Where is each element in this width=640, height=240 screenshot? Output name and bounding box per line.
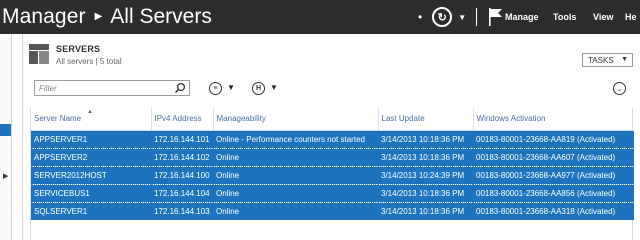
cell-server-name: SERVICEBUS1 xyxy=(31,183,151,202)
column-header-last-update[interactable]: Last Update xyxy=(378,108,474,131)
tasks-label: TASKS xyxy=(588,55,614,65)
cell-last-update: 3/14/2013 10:24:39 PM xyxy=(378,165,473,184)
table-row[interactable]: APPSERVER1 172.16.144.101 Online - Perfo… xyxy=(31,129,634,148)
chevron-down-icon: ▼ xyxy=(621,56,628,63)
app-title: Manager xyxy=(2,5,86,28)
tasks-button[interactable]: TASKS ▼ xyxy=(582,53,633,67)
cell-manageability: Online xyxy=(213,165,378,184)
sort-ascending-icon: ▲ xyxy=(87,109,93,115)
cell-last-update: 3/14/2013 10:18:36 PM xyxy=(378,183,473,202)
expand-button[interactable]: ⌄ xyxy=(613,82,626,95)
cell-windows-activation: 00183-80001-23668-AA856 (Activated) xyxy=(473,183,634,202)
column-header-ipv4[interactable]: IPv4 Address xyxy=(151,108,214,131)
flag-icon[interactable] xyxy=(487,7,505,27)
cell-windows-activation: 00183-80001-23668-AA819 (Activated) xyxy=(473,129,634,148)
servers-table: ▲ Server Name IPv4 Address Manageability … xyxy=(30,108,634,240)
menu-tools[interactable]: Tools xyxy=(553,0,576,34)
table-row[interactable]: SERVICEBUS1 172.16.144.104 Online 3/14/2… xyxy=(31,183,634,202)
section-title: SERVERS xyxy=(56,44,101,54)
table-row[interactable]: SQLSERVER1 172.16.144.103 Online 3/14/20… xyxy=(31,201,634,220)
table-row[interactable]: SERVER2012HOST 172.16.144.100 Online 3/1… xyxy=(31,165,634,184)
table-header-row: ▲ Server Name IPv4 Address Manageability … xyxy=(31,108,634,131)
column-header-manageability[interactable]: Manageability xyxy=(213,108,379,131)
cell-ipv4: 172.16.144.103 xyxy=(151,201,213,220)
cell-windows-activation: 00183-80001-23668-AA318 (Activated) xyxy=(473,201,634,220)
cell-windows-activation: 00183-80001-23668-AA977 (Activated) xyxy=(473,165,634,184)
column-header-windows-activation[interactable]: Windows Activation xyxy=(473,108,634,131)
cell-manageability: Online xyxy=(213,147,378,166)
nav-selected-item[interactable] xyxy=(0,124,11,136)
cell-manageability: Online - Performance counters not starte… xyxy=(213,129,378,148)
cell-ipv4: 172.16.144.104 xyxy=(151,183,213,202)
toolbar-divider xyxy=(476,8,478,26)
cell-manageability: Online xyxy=(213,201,378,220)
title-toolbar: • ↻ ▼ xyxy=(418,5,505,29)
servers-panel: SERVERS All servers | 5 total TASKS ▼ Fi… xyxy=(22,34,640,240)
title-bar: Manager ▶ All Servers • ↻ ▼ Manage Tools… xyxy=(0,0,640,34)
search-icon[interactable] xyxy=(174,82,186,94)
menu-view[interactable]: View xyxy=(593,0,613,34)
chevron-down-icon[interactable]: ▼ xyxy=(458,13,466,22)
column-header-server-name[interactable]: ▲ Server Name xyxy=(31,108,152,131)
cell-server-name: APPSERVER2 xyxy=(31,147,151,166)
cell-ipv4: 172.16.144.100 xyxy=(151,165,213,184)
table-row[interactable]: APPSERVER2 172.16.144.102 Online 3/14/20… xyxy=(31,147,634,166)
cell-windows-activation: 00183-80001-23668-AA607 (Activated) xyxy=(473,147,634,166)
refresh-icon[interactable]: ↻ xyxy=(432,7,453,27)
section-subtitle: All servers | 5 total xyxy=(56,57,122,66)
cell-manageability: Online xyxy=(213,183,378,202)
cell-server-name: SQLSERVER1 xyxy=(31,201,151,220)
back-icon[interactable]: • xyxy=(418,10,422,24)
cell-last-update: 3/14/2013 10:18:36 PM xyxy=(378,147,473,166)
chevron-down-icon[interactable]: ▼ xyxy=(270,83,278,92)
page-title: All Servers xyxy=(110,5,212,28)
cell-last-update: 3/14/2013 10:18:36 PM xyxy=(378,129,473,148)
cell-ipv4: 172.16.144.102 xyxy=(151,147,213,166)
list-icon[interactable]: ≡ xyxy=(209,82,222,95)
cell-last-update: 3/14/2013 10:18:36 PM xyxy=(378,201,473,220)
filter-placeholder: Filter xyxy=(39,83,57,93)
chevron-down-icon[interactable]: ▼ xyxy=(227,83,235,92)
expand-arrow-icon[interactable]: ▶ xyxy=(3,172,8,180)
navigation-pane: ▶ xyxy=(0,34,12,240)
servers-icon xyxy=(29,44,49,64)
save-icon[interactable]: H xyxy=(252,82,265,95)
menu-manage[interactable]: Manage xyxy=(505,0,539,34)
cell-server-name: APPSERVER1 xyxy=(31,129,151,148)
cell-ipv4: 172.16.144.101 xyxy=(151,129,213,148)
breadcrumb-arrow-icon: ▶ xyxy=(94,10,103,22)
cell-server-name: SERVER2012HOST xyxy=(31,165,151,184)
filter-input[interactable]: Filter xyxy=(34,80,190,96)
menu-help[interactable]: He xyxy=(625,0,637,34)
